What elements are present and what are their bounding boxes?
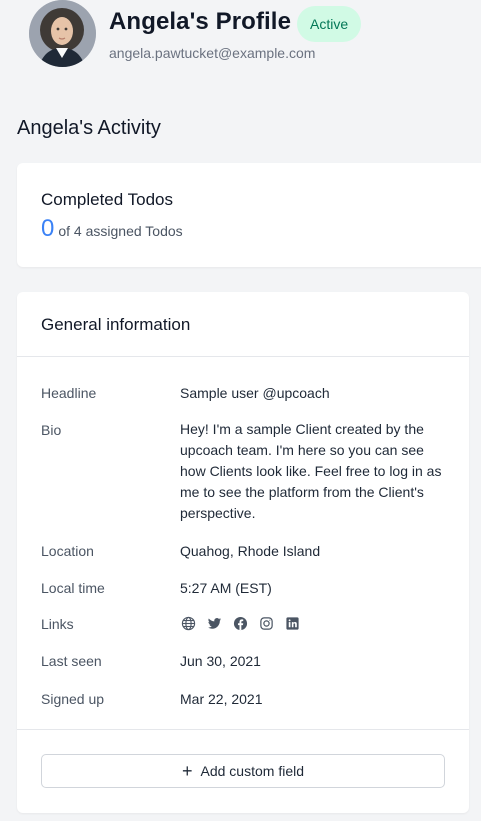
- todos-summary: 0 of 4 assigned Todos: [41, 215, 183, 243]
- page-title: Angela's Profile: [109, 8, 292, 35]
- add-custom-field-label: Add custom field: [200, 763, 305, 779]
- bio-label: Bio: [41, 422, 62, 438]
- avatar-photo-icon: [29, 0, 96, 67]
- signed-up-label: Signed up: [41, 691, 105, 707]
- globe-icon[interactable]: [180, 615, 196, 631]
- social-links: [180, 615, 450, 631]
- general-information-card: General information Headline Sample user…: [17, 292, 469, 813]
- completed-todos-card: Completed Todos 0 of 4 assigned Todos: [17, 163, 481, 267]
- todos-assigned-text: of 4 assigned Todos: [58, 223, 183, 239]
- profile-email: angela.pawtucket@example.com: [109, 45, 316, 61]
- local-time-value: 5:27 AM (EST): [180, 580, 272, 596]
- location-value: Quahog, Rhode Island: [180, 543, 321, 559]
- status-badge: Active: [297, 6, 362, 42]
- avatar: [29, 0, 96, 67]
- plus-icon: +: [181, 761, 193, 781]
- local-time-label: Local time: [41, 580, 105, 596]
- location-label: Location: [41, 543, 94, 559]
- bio-value: Hey! I'm a sample Client created by the …: [180, 421, 442, 521]
- headline-label: Headline: [41, 385, 97, 401]
- add-custom-field-button[interactable]: + Add custom field: [41, 754, 445, 788]
- divider: [17, 356, 469, 357]
- twitter-icon[interactable]: [206, 615, 222, 631]
- last-seen-value: Jun 30, 2021: [180, 653, 261, 669]
- facebook-icon[interactable]: [232, 615, 248, 631]
- profile-header: Angela's Profile Active angela.pawtucket…: [29, 0, 481, 70]
- signed-up-value: Mar 22, 2021: [180, 691, 263, 707]
- headline-value: Sample user @upcoach: [180, 385, 330, 401]
- todos-title: Completed Todos: [41, 190, 173, 209]
- todos-completed-count: 0: [41, 215, 55, 242]
- links-label: Links: [41, 616, 74, 632]
- last-seen-label: Last seen: [41, 653, 102, 669]
- general-information-title: General information: [41, 315, 191, 334]
- instagram-icon[interactable]: [258, 615, 274, 631]
- divider: [17, 729, 469, 730]
- profile-page: Angela's Profile Active angela.pawtucket…: [0, 0, 481, 821]
- linkedin-icon[interactable]: [284, 615, 300, 631]
- activity-heading: Angela's Activity: [17, 117, 161, 139]
